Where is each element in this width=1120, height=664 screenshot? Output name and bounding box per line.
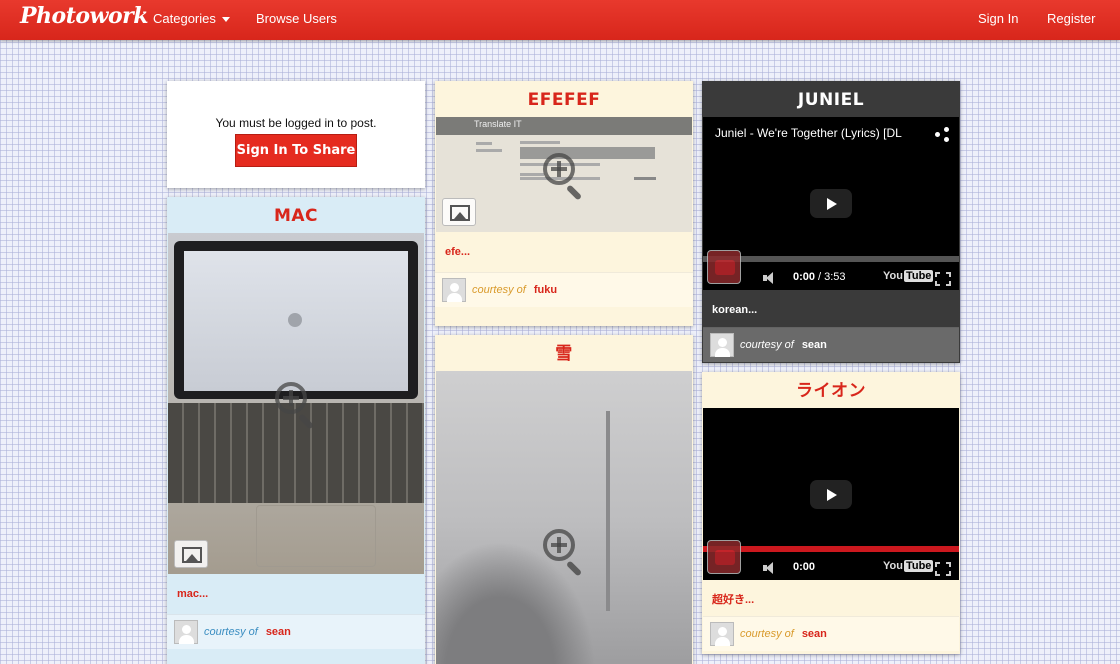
- video-progress-bar[interactable]: [703, 546, 959, 552]
- post-attribution: courtesy of sean: [703, 327, 959, 362]
- post-caption[interactable]: mac...: [167, 574, 425, 614]
- post-card-juniel: JUNIEL Juniel - We're Together (Lyrics) …: [702, 81, 960, 363]
- post-attribution: courtesy of fuku: [435, 272, 693, 307]
- image-icon: [442, 198, 476, 226]
- image-icon: [174, 540, 208, 568]
- post-card-mac: MAC mac... courtesy of sean: [167, 197, 425, 664]
- navbar: Photowork Categories Browse Users Sign I…: [0, 0, 1120, 40]
- video-title[interactable]: Juniel - We're Together (Lyrics) [DL: [715, 126, 925, 140]
- caret-down-icon: [221, 17, 230, 23]
- browse-users-link[interactable]: Browse Users: [256, 11, 337, 26]
- categories-dropdown[interactable]: Categories: [153, 11, 230, 26]
- share-icon[interactable]: [935, 127, 949, 142]
- video-controls: 0:00 You Tube: [703, 557, 959, 581]
- zoom-in-icon[interactable]: [541, 527, 587, 577]
- user-link[interactable]: sean: [802, 339, 827, 351]
- post-card-efefef: EFEFEF Translate IT efe... courtesy of f…: [435, 81, 693, 326]
- post-image[interactable]: [436, 371, 692, 664]
- courtesy-label: courtesy of: [204, 626, 258, 638]
- post-image[interactable]: Translate IT: [436, 117, 692, 232]
- sign-in-to-share-button[interactable]: Sign In To Share: [235, 134, 357, 167]
- login-card: You must be logged in to post. Sign In T…: [167, 81, 425, 188]
- post-attribution: courtesy of sean: [167, 614, 425, 649]
- avatar-icon[interactable]: [710, 333, 734, 357]
- time-current: 0:00: [793, 561, 816, 573]
- screenshot-header: Translate IT: [474, 119, 522, 129]
- post-caption[interactable]: 超好き...: [702, 580, 958, 620]
- play-icon[interactable]: [810, 480, 852, 509]
- avatar-icon[interactable]: [710, 622, 734, 646]
- fullscreen-icon[interactable]: [935, 272, 951, 286]
- post-title[interactable]: MAC: [167, 197, 425, 233]
- avatar-icon[interactable]: [442, 278, 466, 302]
- login-message: You must be logged in to post.: [215, 116, 377, 130]
- youtube-logo-icon[interactable]: You Tube: [883, 560, 934, 572]
- sign-in-link[interactable]: Sign In: [978, 11, 1018, 26]
- post-attribution: courtesy of sean: [703, 616, 959, 651]
- post-title[interactable]: EFEFEF: [435, 81, 693, 117]
- brand-logo[interactable]: Photowork: [20, 3, 149, 29]
- youtube-logo-icon[interactable]: You Tube: [883, 270, 934, 282]
- youtube-player[interactable]: 0:00 You Tube: [703, 408, 959, 580]
- post-card-snow: 雪: [435, 335, 693, 664]
- zoom-in-icon[interactable]: [273, 380, 319, 430]
- time-total: / 3:53: [818, 271, 846, 283]
- courtesy-label: courtesy of: [740, 628, 794, 640]
- categories-label: Categories: [153, 11, 216, 26]
- zoom-in-icon[interactable]: [541, 151, 587, 201]
- post-title[interactable]: ライオン: [702, 372, 960, 408]
- volume-icon[interactable]: [763, 272, 779, 284]
- time-current: 0:00: [793, 271, 816, 283]
- fullscreen-icon[interactable]: [935, 562, 951, 576]
- post-title[interactable]: 雪: [435, 335, 693, 371]
- post-card-lion: ライオン 0:00 You Tube 超好き... courtesy of sea…: [702, 372, 960, 654]
- video-controls: 0:00 / 3:53 You Tube: [703, 267, 959, 291]
- user-link[interactable]: sean: [802, 628, 827, 640]
- post-title[interactable]: JUNIEL: [702, 81, 960, 117]
- video-progress-bar[interactable]: [703, 256, 959, 262]
- volume-icon[interactable]: [763, 562, 779, 574]
- play-icon[interactable]: [810, 189, 852, 218]
- post-caption[interactable]: korean...: [702, 290, 958, 330]
- post-caption[interactable]: efe...: [435, 232, 693, 272]
- courtesy-label: courtesy of: [740, 339, 794, 351]
- post-image[interactable]: [168, 233, 424, 574]
- register-link[interactable]: Register: [1047, 11, 1095, 26]
- user-link[interactable]: fuku: [534, 284, 557, 296]
- user-link[interactable]: sean: [266, 626, 291, 638]
- youtube-player[interactable]: Juniel - We're Together (Lyrics) [DL 0:0…: [703, 117, 959, 290]
- avatar-icon[interactable]: [174, 620, 198, 644]
- snow-photo: [436, 371, 692, 664]
- courtesy-label: courtesy of: [472, 284, 526, 296]
